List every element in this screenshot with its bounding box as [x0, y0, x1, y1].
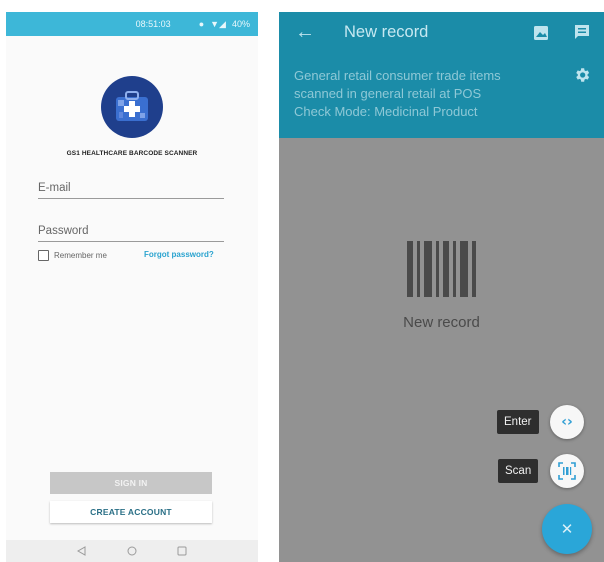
arrow-back-icon[interactable]: ← — [295, 22, 315, 42]
app-bar: ← New record — [279, 12, 604, 53]
scan-icon — [558, 462, 576, 480]
back-nav-icon[interactable] — [77, 546, 87, 556]
remember-label: Remember me — [54, 251, 107, 260]
info-line-2: scanned in general retail at POS — [294, 86, 482, 101]
password-field[interactable] — [38, 221, 224, 242]
login-screen: 08:51:03 ● ▼◢ 40% GS1 HEALTHCARE BARCODE… — [6, 12, 258, 562]
system-nav-bar — [6, 540, 258, 562]
empty-state-label: New record — [403, 314, 480, 331]
info-line-1: General retail consumer trade items — [294, 68, 501, 83]
scan-button[interactable] — [550, 454, 584, 488]
battery-level: 40% — [231, 19, 250, 29]
home-nav-icon[interactable] — [127, 546, 137, 556]
email-field[interactable] — [38, 178, 224, 199]
scan-label[interactable]: Scan — [498, 459, 539, 483]
code-icon: ‹› — [561, 414, 573, 430]
wifi-icon: ● — [198, 19, 205, 29]
remember-checkbox[interactable] — [38, 250, 49, 261]
app-logo — [101, 76, 163, 138]
status-time: 08:51:03 — [135, 19, 171, 29]
comment-icon[interactable] — [573, 23, 591, 41]
signal-icon: ▼◢ — [210, 18, 226, 29]
sign-in-button[interactable]: SIGN IN — [50, 472, 212, 494]
status-bar: 08:51:03 ● ▼◢ 40% — [6, 12, 258, 36]
remember-me[interactable]: Remember me — [38, 250, 107, 261]
barcode-icon — [407, 241, 476, 297]
create-account-button[interactable]: CREATE ACCOUNT — [50, 501, 212, 523]
page-title: New record — [344, 23, 429, 41]
forgot-password-link[interactable]: Forgot password? — [144, 250, 214, 259]
recents-nav-icon[interactable] — [177, 546, 187, 556]
info-line-3: Check Mode: Medicinal Product — [294, 104, 478, 119]
new-record-screen: ← New record General retail consumer tra… — [279, 12, 604, 562]
close-icon: ✕ — [560, 520, 574, 538]
check-mode-info: General retail consumer trade items scan… — [279, 53, 604, 138]
gear-icon[interactable] — [573, 66, 591, 84]
app-title: GS1 HEALTHCARE BARCODE SCANNER — [66, 150, 198, 157]
medical-bag-icon — [116, 91, 148, 121]
enter-button[interactable]: ‹› — [550, 405, 584, 439]
image-icon[interactable] — [533, 25, 549, 41]
enter-label[interactable]: Enter — [497, 410, 539, 434]
close-fab-button[interactable]: ✕ — [542, 504, 592, 554]
